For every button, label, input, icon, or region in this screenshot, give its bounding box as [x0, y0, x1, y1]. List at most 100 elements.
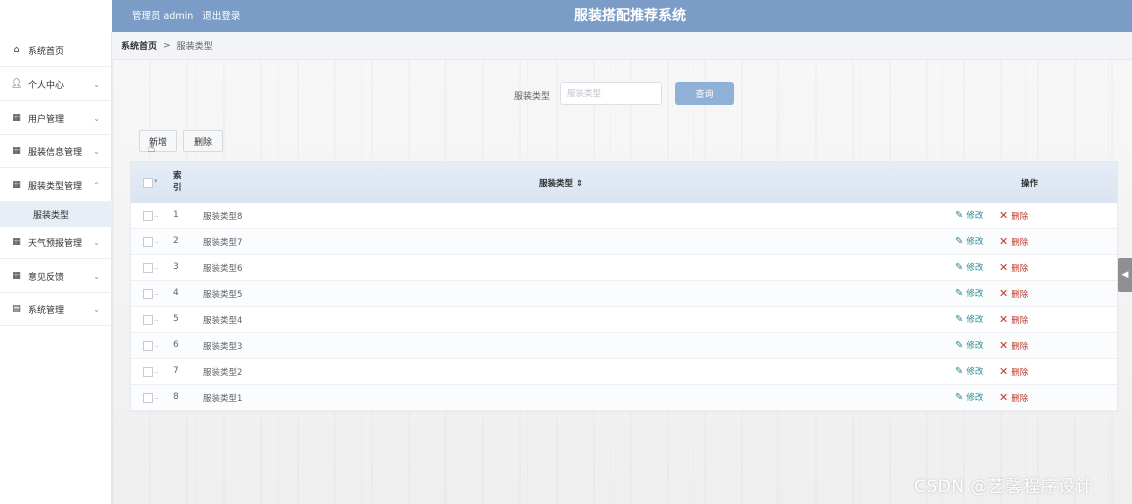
edit-button[interactable]: ✎ 修改 [955, 209, 983, 222]
edit-button[interactable]: ✎ 修改 [955, 313, 984, 326]
grid-icon: ▦ [12, 180, 21, 190]
pencil-icon: ✎ [955, 391, 964, 403]
breadcrumb-home[interactable]: 系统首页 [121, 39, 157, 52]
delete-button[interactable]: ✕ 删除 [999, 391, 1028, 404]
table-row: .. 7 服装类型2 ✎ 修改 ✕ 删除 [131, 359, 1117, 385]
admin-info: 管理员 admin 退出登录 [132, 8, 246, 22]
edit-label: 修改 [966, 315, 984, 325]
cell-index: 3 [173, 262, 179, 272]
search-input[interactable] [560, 82, 662, 105]
side-collapse-tab[interactable]: ◀ [1118, 258, 1132, 292]
sidebar: ⌂ 系统首页 👤︎ 个人中心 ⌄ ▦ 用户管理 ⌄ ▦ 服装信息管理 ⌄ ▦ 服… [0, 32, 112, 504]
submenu-item-clothing-type[interactable]: 服装类型 [0, 202, 112, 227]
breadcrumb: 系统首页 > 服装类型 [112, 32, 1132, 60]
cell-index: 5 [173, 314, 179, 324]
pencil-icon: ✎ [955, 235, 964, 247]
delete-button[interactable]: ✕ 删除 [999, 313, 1028, 326]
delete-button[interactable]: ✕ 删除 [999, 235, 1028, 248]
edit-label: 修改 [966, 367, 984, 377]
cell-index: 6 [173, 340, 179, 350]
edit-label: 修改 [966, 393, 984, 403]
sidebar-item-users[interactable]: ▦ 用户管理 ⌄ [0, 102, 112, 135]
cell-clothing-type: 服装类型8 [203, 212, 243, 222]
sidebar-item-system[interactable]: ▤ 系统管理 ⌄ [0, 293, 112, 326]
chevron-down-icon: ⌄ [93, 79, 100, 89]
close-icon: ✕ [999, 391, 1009, 404]
row-checkbox[interactable] [143, 211, 153, 221]
edit-label: 修改 [966, 263, 984, 273]
table-row: .. 3 服装类型6 ✎ 修改 ✕ 删除 [131, 255, 1117, 281]
sidebar-item-weather[interactable]: ▦ 天气预报管理 ⌄ [0, 226, 112, 259]
edit-button[interactable]: ✎ 修改 [955, 391, 984, 404]
close-icon: ✕ [999, 209, 1009, 222]
delete-label: 删除 [1011, 315, 1029, 326]
sidebar-item-feedback[interactable]: ▦ 意见反馈 ⌄ [0, 260, 112, 293]
breadcrumb-separator: > [163, 40, 171, 51]
checkbox-dropdown-icon: ▾ [154, 177, 158, 185]
pencil-icon: ✎ [955, 287, 964, 299]
logout-link[interactable]: 退出登录 [202, 11, 240, 22]
row-checkbox[interactable] [143, 315, 153, 325]
delete-label: 删除 [1011, 289, 1029, 300]
delete-button[interactable]: ✕ 删除 [999, 365, 1028, 378]
delete-label: 删除 [1011, 211, 1029, 222]
row-checkbox-extra: .. [154, 237, 159, 245]
chevron-down-icon: ⌄ [93, 271, 100, 281]
hand-cursor-icon: ☝ [148, 141, 156, 155]
edit-button[interactable]: ✎ 修改 [955, 365, 984, 378]
cell-clothing-type: 服装类型6 [203, 264, 243, 274]
table-header: ▾ 索引 服装类型 ⇕ 操作 [131, 162, 1117, 203]
cell-clothing-type: 服装类型5 [203, 290, 243, 300]
row-checkbox-extra: .. [154, 393, 159, 401]
table-row: .. 1 服装类型8 ✎ 修改 ✕ 删除 [131, 203, 1117, 229]
edit-label: 修改 [966, 237, 984, 247]
delete-label: 删除 [1011, 393, 1029, 404]
delete-button[interactable]: ✕ 删除 [999, 261, 1028, 274]
delete-button[interactable]: ✕ 删除 [999, 339, 1028, 352]
table-body: .. 1 服装类型8 ✎ 修改 ✕ 删除 .. 2 服装类型7 ✎ 修改 ✕ 删除 ..… [131, 203, 1117, 411]
row-checkbox-extra: .. [154, 263, 159, 271]
edit-button[interactable]: ✎ 修改 [955, 261, 984, 274]
sidebar-item-home[interactable]: ⌂ 系统首页 [0, 34, 112, 67]
table-row: .. 5 服装类型4 ✎ 修改 ✕ 删除 [131, 307, 1117, 333]
close-icon: ✕ [999, 287, 1009, 300]
pencil-icon: ✎ [955, 261, 964, 273]
pencil-icon: ✎ [955, 313, 964, 325]
grid-icon: ▦ [12, 113, 21, 123]
edit-label: 修改 [966, 289, 984, 299]
cell-clothing-type: 服装类型1 [203, 394, 243, 404]
add-button[interactable]: 新增 [139, 130, 177, 152]
document-icon: ▤ [12, 304, 21, 314]
delete-button[interactable]: ✕ 删除 [999, 287, 1028, 300]
sidebar-item-clothing-type[interactable]: ▦ 服装类型管理 ⌃ [0, 169, 112, 202]
row-checkbox[interactable] [143, 341, 153, 351]
home-icon: ⌂ [13, 45, 20, 55]
edit-button[interactable]: ✎ 修改 [955, 235, 984, 248]
sidebar-item-clothing-info[interactable]: ▦ 服装信息管理 ⌄ [0, 135, 112, 168]
row-checkbox[interactable] [143, 237, 153, 247]
edit-button[interactable]: ✎ 修改 [955, 287, 984, 300]
sidebar-item-label: 系统首页 [28, 46, 65, 57]
row-checkbox[interactable] [143, 393, 153, 403]
batch-delete-button[interactable]: 删除 [183, 130, 223, 152]
app-title: 服装搭配推荐系统 [574, 8, 686, 24]
row-checkbox-extra: .. [154, 341, 159, 349]
edit-button[interactable]: ✎ 修改 [955, 339, 983, 352]
top-bar: 管理员 admin 退出登录 服装搭配推荐系统 [0, 0, 1132, 32]
cell-clothing-type: 服装类型2 [203, 368, 243, 378]
header-clothing-type[interactable]: 服装类型 ⇕ [539, 177, 583, 189]
row-checkbox-extra: .. [154, 211, 159, 219]
sidebar-item-profile[interactable]: 👤︎ 个人中心 ⌄ [0, 68, 112, 101]
query-button[interactable]: 查询 [675, 82, 734, 105]
row-checkbox[interactable] [143, 367, 153, 377]
delete-label: 删除 [1011, 367, 1029, 378]
select-all-checkbox[interactable] [143, 178, 153, 188]
row-checkbox[interactable] [143, 263, 153, 273]
delete-button[interactable]: ✕ 删除 [999, 209, 1028, 222]
delete-label: 删除 [1011, 237, 1029, 248]
pencil-icon: ✎ [955, 209, 964, 221]
close-icon: ✕ [999, 365, 1009, 378]
grid-icon: ▦ [12, 237, 21, 247]
row-checkbox[interactable] [143, 289, 153, 299]
cell-clothing-type: 服装类型3 [203, 342, 243, 352]
